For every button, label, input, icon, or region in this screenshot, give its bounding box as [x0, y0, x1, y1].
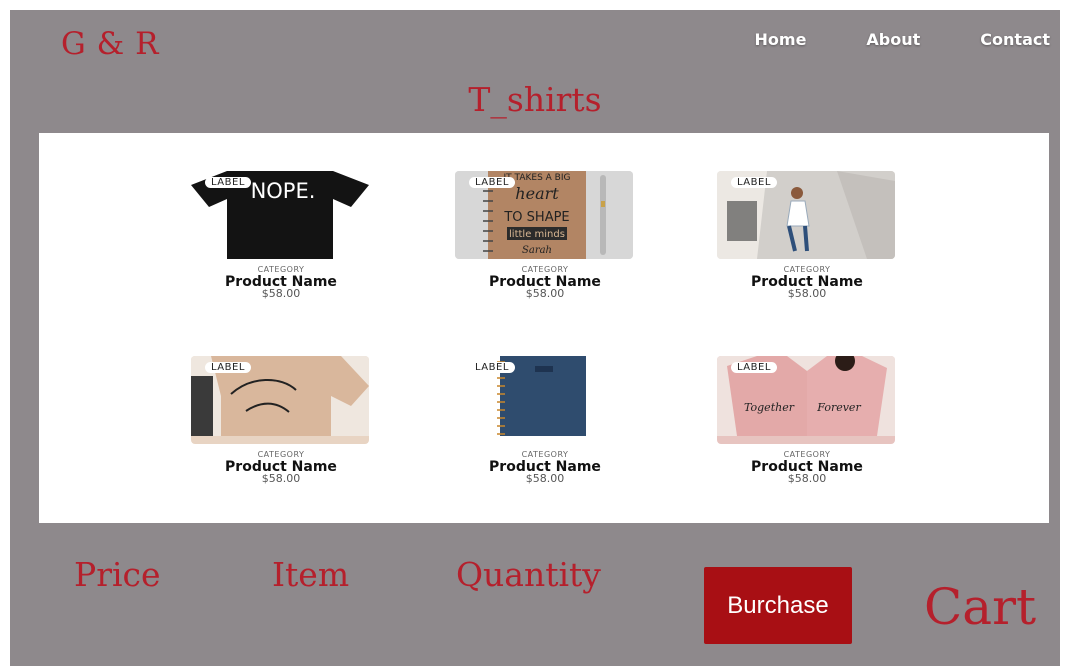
product-price: $58.00 — [261, 472, 301, 485]
product-grid: NOPE. LABEL CATEGORY Product Name $58.00 — [39, 133, 1049, 523]
product-image[interactable]: LABEL — [191, 356, 369, 444]
product-badge: LABEL — [205, 177, 251, 188]
item-label: Item — [272, 555, 350, 594]
notebook-line-3: TO SHAPE — [503, 210, 569, 225]
product-category: CATEGORY — [521, 450, 569, 459]
product-card[interactable]: LABEL CATEGORY Product Name $58.00 — [455, 356, 635, 484]
cart-label[interactable]: Cart — [924, 578, 1036, 636]
nope-print-text: NOPE. — [251, 179, 316, 203]
product-badge: LABEL — [469, 362, 515, 373]
product-image[interactable]: IT TAKES A BIG heart TO SHAPE little min… — [455, 171, 633, 259]
product-category: CATEGORY — [257, 265, 305, 274]
main-nav: Home About Contact — [695, 30, 1050, 49]
product-image[interactable]: Together Forever LABEL — [717, 356, 895, 444]
brand-logo[interactable]: G & R — [61, 26, 159, 62]
product-badge: LABEL — [205, 362, 251, 373]
notebook-line-4: little minds — [509, 229, 565, 240]
forever-print-text: Forever — [816, 401, 861, 414]
price-label: Price — [74, 555, 161, 594]
together-print-text: Together — [744, 401, 795, 414]
product-image[interactable]: LABEL — [717, 171, 895, 259]
product-category: CATEGORY — [783, 450, 831, 459]
product-card[interactable]: IT TAKES A BIG heart TO SHAPE little min… — [455, 171, 635, 299]
nav-contact-link[interactable]: Contact — [980, 30, 1050, 49]
product-badge: LABEL — [731, 362, 777, 373]
nav-about-link[interactable]: About — [866, 30, 920, 49]
product-card[interactable]: Together Forever LABEL CATEGORY Product … — [717, 356, 897, 484]
product-price: $58.00 — [787, 287, 827, 300]
product-category: CATEGORY — [783, 265, 831, 274]
product-image[interactable]: LABEL — [455, 356, 633, 444]
purchase-button[interactable]: Burchase — [704, 567, 852, 644]
product-price: $58.00 — [787, 472, 827, 485]
product-image[interactable]: NOPE. LABEL — [191, 171, 369, 259]
nav-home-link[interactable]: Home — [755, 30, 807, 49]
product-card[interactable]: NOPE. LABEL CATEGORY Product Name $58.00 — [191, 171, 371, 299]
quantity-label: Quantity — [456, 555, 601, 594]
page-title: T_shirts — [468, 80, 602, 119]
product-category: CATEGORY — [521, 265, 569, 274]
product-price: $58.00 — [525, 472, 565, 485]
product-price: $58.00 — [525, 287, 565, 300]
page-background: G & R Home About Contact T_shirts NOPE. … — [10, 10, 1060, 666]
product-card[interactable]: LABEL CATEGORY Product Name $58.00 — [717, 171, 897, 299]
product-badge: LABEL — [469, 177, 515, 188]
product-card[interactable]: LABEL CATEGORY Product Name $58.00 — [191, 356, 371, 484]
product-category: CATEGORY — [257, 450, 305, 459]
product-badge: LABEL — [731, 177, 777, 188]
top-border — [0, 0, 1069, 10]
notebook-line-5: Sarah — [522, 245, 552, 256]
product-price: $58.00 — [261, 287, 301, 300]
notebook-line-2: heart — [515, 184, 559, 203]
